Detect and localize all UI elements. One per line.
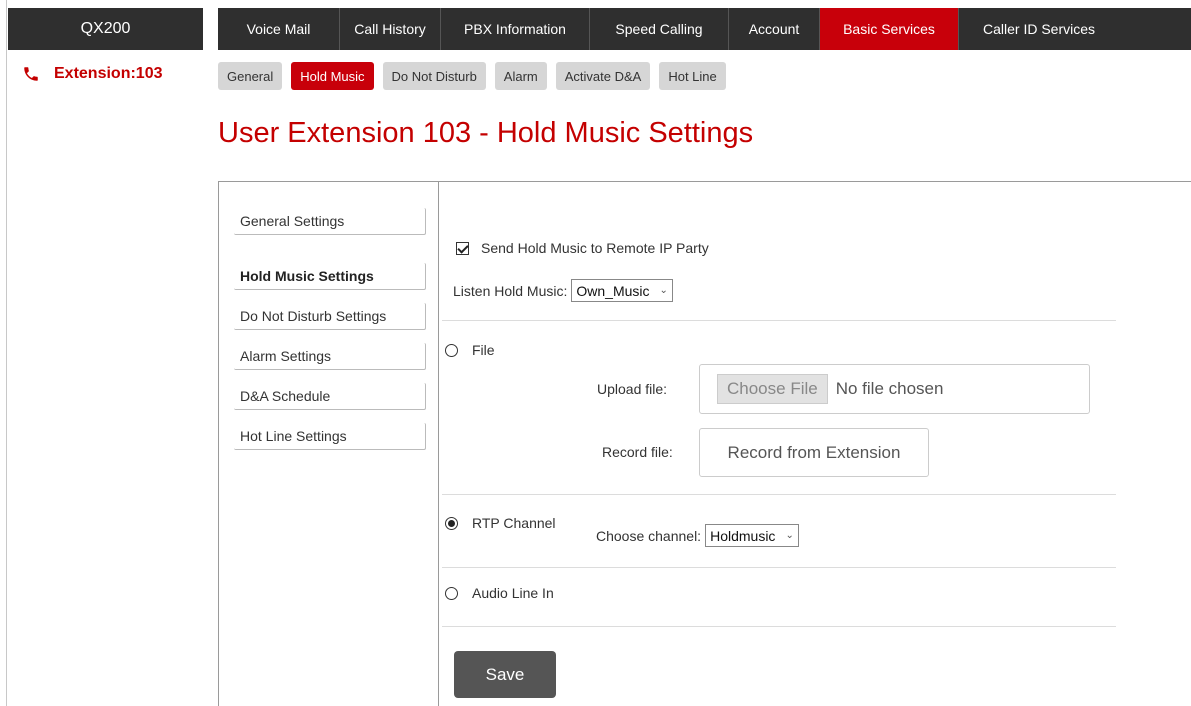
sidemenu-alarm-settings[interactable]: Alarm Settings (234, 343, 426, 370)
save-button[interactable]: Save (454, 651, 556, 698)
top-nav: Voice Mail Call History PBX Information … (218, 8, 1191, 50)
sidemenu-da-schedule[interactable]: D&A Schedule (234, 383, 426, 410)
brand-logo[interactable]: QX200 (8, 8, 203, 50)
tab-caller-id-services[interactable]: Caller ID Services (959, 8, 1191, 50)
extension-label: Extension:103 (22, 62, 162, 86)
choose-file-button[interactable]: Choose File (717, 374, 828, 404)
sidemenu-hot-line-settings[interactable]: Hot Line Settings (234, 423, 426, 450)
subtab-general[interactable]: General (218, 62, 283, 90)
tab-call-history[interactable]: Call History (340, 8, 441, 50)
subtab-activate-da[interactable]: Activate D&A (555, 62, 651, 90)
subtab-alarm[interactable]: Alarm (494, 62, 547, 90)
chevron-down-icon: ⌄ (659, 285, 668, 296)
sub-nav: General Hold Music Do Not Disturb Alarm … (218, 62, 726, 90)
file-label: File (472, 342, 495, 358)
send-hold-music-row: Send Hold Music to Remote IP Party (456, 240, 709, 256)
listen-hold-music-select[interactable]: Own_Music ⌄ (571, 279, 673, 302)
upload-file-label: Upload file: (597, 381, 668, 397)
divider (442, 626, 1116, 627)
subtab-hot-line[interactable]: Hot Line (659, 62, 726, 90)
brand-name: QX200 (80, 20, 131, 37)
divider (442, 567, 1116, 568)
tab-basic-services[interactable]: Basic Services (820, 8, 959, 50)
tab-speed-calling[interactable]: Speed Calling (590, 8, 729, 50)
rtp-channel-radio[interactable] (445, 516, 458, 530)
subtab-do-not-disturb[interactable]: Do Not Disturb (382, 62, 486, 90)
listen-hold-music-row: Listen Hold Music: Own_Music ⌄ (453, 279, 673, 302)
tab-voice-mail[interactable]: Voice Mail (218, 8, 340, 50)
phone-icon (22, 65, 40, 83)
rtp-option-row: RTP Channel (445, 515, 556, 531)
sidemenu-hold-music-settings[interactable]: Hold Music Settings (234, 263, 426, 290)
audio-line-label: Audio Line In (472, 585, 554, 601)
settings-content: Send Hold Music to Remote IP Party Liste… (439, 182, 1191, 706)
file-radio[interactable] (445, 343, 458, 357)
listen-hold-music-value: Own_Music (576, 282, 650, 299)
send-hold-music-checkbox[interactable] (456, 241, 469, 255)
record-from-extension-button[interactable]: Record from Extension (699, 428, 929, 477)
listen-hold-music-label: Listen Hold Music: (453, 282, 568, 299)
audio-line-option-row: Audio Line In (445, 585, 554, 601)
left-border (6, 0, 7, 706)
record-file-label: Record file: (602, 444, 673, 460)
tab-pbx-information[interactable]: PBX Information (441, 8, 590, 50)
choose-channel-label: Choose channel: (596, 527, 702, 544)
choose-channel-value: Holdmusic (710, 527, 776, 544)
send-hold-music-label: Send Hold Music to Remote IP Party (481, 240, 709, 256)
choose-channel-select[interactable]: Holdmusic ⌄ (705, 524, 799, 547)
extension-text: Extension:103 (54, 65, 163, 82)
upload-file-input[interactable]: Choose File No file chosen (699, 364, 1090, 414)
tab-account[interactable]: Account (729, 8, 820, 50)
subtab-hold-music[interactable]: Hold Music (291, 62, 374, 90)
divider (442, 494, 1116, 495)
chevron-down-icon: ⌄ (785, 530, 794, 541)
choose-channel-row: Choose channel: Holdmusic ⌄ (596, 524, 799, 547)
sidemenu-do-not-disturb-settings[interactable]: Do Not Disturb Settings (234, 303, 426, 330)
page-title: User Extension 103 - Hold Music Settings (218, 117, 754, 149)
audio-line-radio[interactable] (445, 586, 458, 600)
sidemenu-general-settings[interactable]: General Settings (234, 208, 426, 235)
rtp-channel-label: RTP Channel (472, 515, 556, 531)
file-option-row: File (445, 342, 495, 358)
file-status: No file chosen (835, 379, 944, 398)
divider (442, 320, 1116, 321)
